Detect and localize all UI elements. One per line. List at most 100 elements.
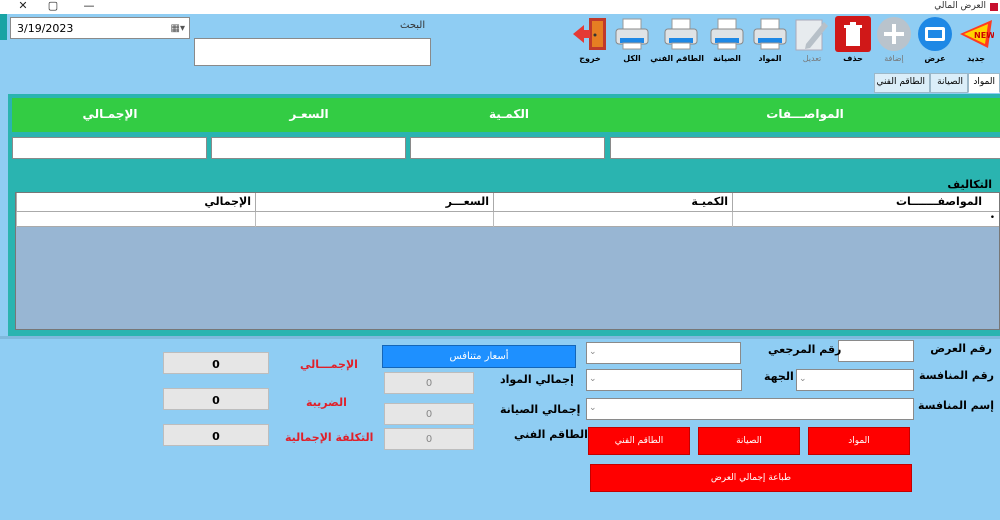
cell-price[interactable]: [255, 212, 493, 227]
tender-number-label: رقم المنافسة: [919, 369, 994, 382]
tech-staff-label: الطاقم الفني: [514, 428, 588, 441]
calendar-dropdown-icon[interactable]: ▦▾: [171, 23, 185, 34]
print-maintenance-button[interactable]: الصيانة: [698, 427, 800, 455]
cell-quantity[interactable]: [493, 212, 732, 227]
costs-grid[interactable]: المواصفـــــــات الكميـة السعـــر الإجما…: [15, 192, 1000, 330]
toolbar-print-maintenance-button[interactable]: الصيانة: [707, 16, 747, 68]
column-header-quantity[interactable]: الكميـة: [493, 193, 732, 212]
printer-icon: [614, 16, 650, 52]
date-value: 3/19/2023: [17, 22, 74, 35]
toolbar-print-tech-staff-label: الطاقم الفني: [650, 54, 704, 63]
costs-grid-header: المواصفـــــــات الكميـة السعـــر الإجما…: [16, 193, 999, 212]
toolbar-print-maintenance-label: الصيانة: [713, 54, 741, 63]
entry-header-price: السعـر: [289, 107, 329, 121]
materials-total-value: 0: [384, 372, 474, 394]
plus-circle-icon: [876, 16, 912, 52]
tender-name-combo[interactable]: ⌄: [586, 398, 914, 420]
tab-maintenance[interactable]: الصيانة: [930, 73, 968, 93]
total-label: الإجمـــالي: [300, 358, 358, 371]
grand-total-label: التكلفة الإجمالية: [285, 431, 374, 444]
toolbar-print-materials-label: المواد: [758, 54, 782, 63]
party-label: الجهة: [764, 370, 794, 383]
toolbar-exit-label: خروج: [579, 54, 601, 63]
toolbar-edit-label: تعديل: [802, 54, 822, 63]
toolbar-print-materials-button[interactable]: المواد: [750, 16, 790, 68]
total-value: 0: [163, 352, 269, 374]
maximize-button[interactable]: ▢: [44, 0, 62, 12]
toolbar-view-label: عرض: [924, 54, 946, 63]
title-bar: ✕ ▢ — العرض المالي: [0, 0, 1000, 14]
quantity-input[interactable]: [410, 137, 605, 159]
column-header-total[interactable]: الإجمالي: [16, 193, 255, 212]
left-accent-strip: [0, 14, 7, 40]
tax-value: 0: [163, 388, 269, 410]
close-button[interactable]: ✕: [14, 0, 32, 12]
tab-materials[interactable]: المواد: [968, 73, 1000, 93]
maintenance-total-value: 0: [384, 403, 474, 425]
entry-header-specs: المواصـــفات: [766, 107, 844, 121]
column-header-specs[interactable]: المواصفـــــــات: [732, 193, 986, 212]
toolbar-view-button[interactable]: عرض: [915, 16, 955, 68]
reference-number-label: رقم المرجعي: [768, 343, 842, 356]
search-input[interactable]: [194, 38, 431, 66]
toolbar-exit-button[interactable]: خروج: [570, 16, 610, 68]
specs-input[interactable]: [610, 137, 1000, 159]
offer-number-input[interactable]: [838, 340, 914, 362]
tab-tech-staff[interactable]: الطاقم الفني: [874, 73, 930, 93]
reference-number-combo[interactable]: ⌄: [586, 342, 741, 364]
tender-number-combo[interactable]: ⌄: [796, 369, 914, 391]
entry-header: المواصـــفات الكمـية السعـر الإجمـالي: [12, 98, 1000, 132]
toolbar-print-all-label: الكل: [623, 54, 641, 63]
printer-icon: [709, 16, 745, 52]
materials-total-label: إجمالي المواد: [500, 373, 574, 386]
party-combo[interactable]: ⌄: [586, 369, 742, 391]
tech-staff-value: 0: [384, 428, 474, 450]
exit-door-icon: [572, 16, 608, 52]
toolbar-print-all-button[interactable]: الكل: [612, 16, 652, 68]
table-row[interactable]: •: [16, 212, 999, 227]
printer-icon: [663, 16, 699, 52]
toolbar-delete-button[interactable]: حذف: [833, 16, 873, 68]
grand-total-value: 0: [163, 424, 269, 446]
print-tech-staff-button[interactable]: الطاقم الفني: [588, 427, 690, 455]
maintenance-total-label: إجمالي الصيانة: [500, 403, 581, 416]
chevron-down-icon: ⌄: [799, 374, 807, 384]
new-badge-icon: NEW: [958, 16, 995, 52]
chevron-down-icon: ⌄: [589, 374, 597, 384]
printer-icon: [752, 16, 788, 52]
tender-name-label: إسم المنافسة: [917, 399, 994, 412]
toolbar-add-button[interactable]: إضافة: [874, 16, 914, 68]
tax-label: الضريبة: [306, 396, 347, 409]
entry-header-quantity: الكمـية: [489, 107, 529, 121]
toolbar-add-label: إضافة: [884, 54, 904, 63]
minimize-button[interactable]: —: [80, 0, 98, 12]
cell-specs[interactable]: [732, 212, 986, 227]
pencil-icon: [794, 16, 830, 52]
chevron-down-icon: ⌄: [589, 403, 597, 413]
total-input[interactable]: [12, 137, 207, 159]
offer-number-label: رقم العرض: [930, 342, 992, 355]
costs-label: التكاليف: [947, 178, 992, 191]
date-picker[interactable]: 3/19/2023 ▦▾: [10, 17, 190, 39]
search-label: البحث: [400, 20, 426, 31]
toolbar-delete-label: حذف: [843, 54, 863, 63]
print-materials-button[interactable]: المواد: [808, 427, 910, 455]
chevron-down-icon: ⌄: [589, 347, 597, 357]
entry-header-total: الإجمـالي: [82, 107, 138, 121]
column-header-price[interactable]: السعـــر: [255, 193, 493, 212]
tab-strip: المواد الصيانة الطاقم الفني: [0, 73, 1000, 93]
price-input[interactable]: [211, 137, 406, 159]
app-icon: [990, 3, 998, 11]
trash-icon: [835, 16, 871, 52]
print-offer-total-button[interactable]: طباعة إجمالي العرض: [590, 464, 912, 492]
svg-text:NEW: NEW: [974, 31, 994, 40]
tv-icon: [917, 16, 953, 52]
toolbar-edit-button[interactable]: تعديل: [792, 16, 832, 68]
new-row-marker: •: [989, 213, 995, 223]
toolbar-print-tech-staff-button[interactable]: الطاقم الفني: [650, 16, 704, 68]
toolbar-new-label: جديد: [966, 54, 985, 63]
cell-total[interactable]: [16, 212, 255, 227]
toolbar-new-button[interactable]: NEW جديد: [956, 16, 996, 68]
section-divider: [0, 336, 1000, 339]
competitor-prices-button[interactable]: أسعار متنافس: [382, 345, 576, 368]
